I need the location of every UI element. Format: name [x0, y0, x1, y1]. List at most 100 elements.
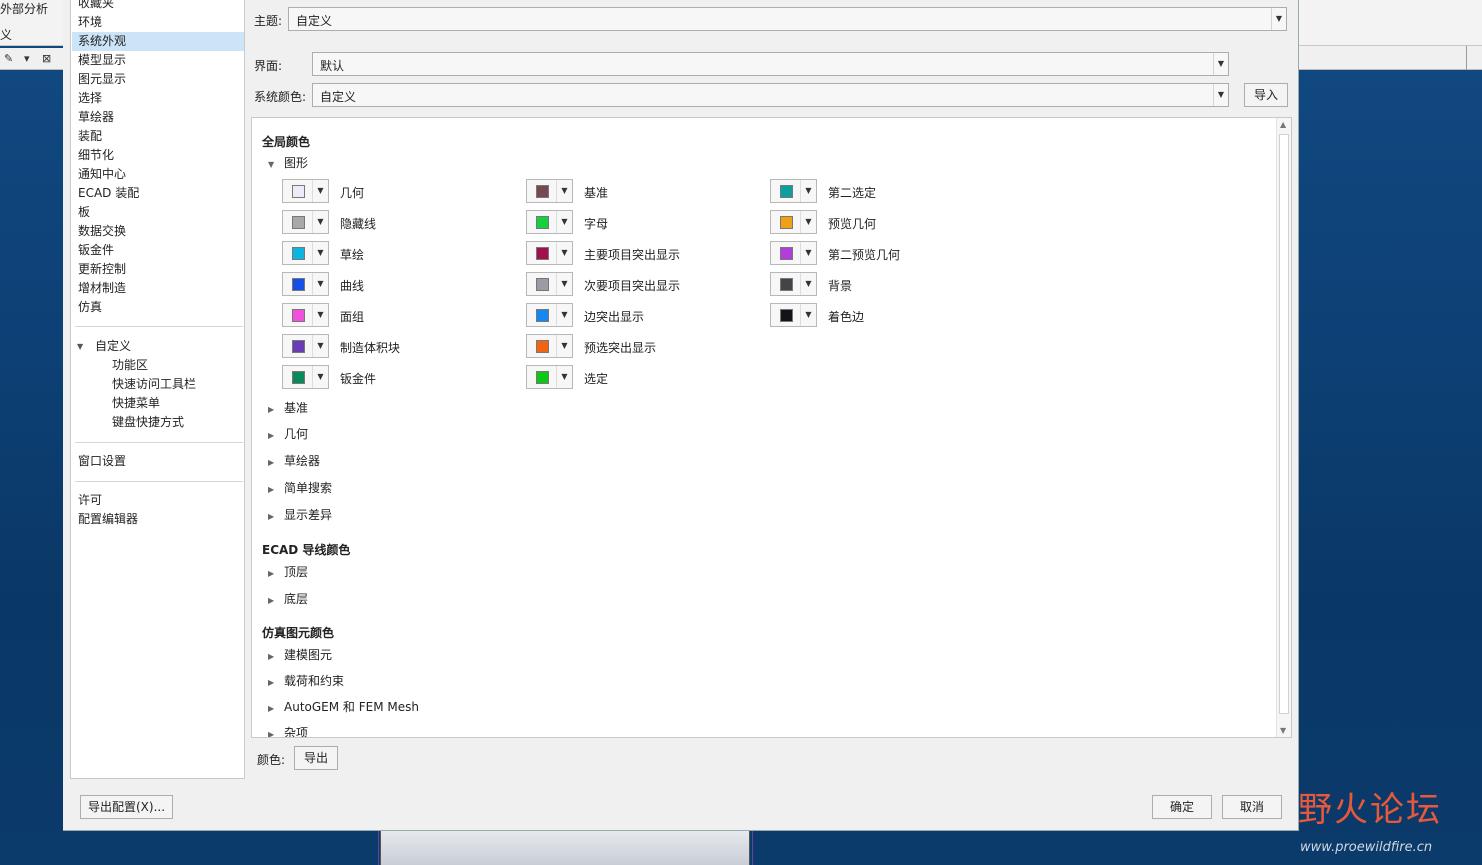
tree-node[interactable]: ▶ 基准 — [268, 399, 308, 416]
import-button[interactable]: 导入 — [1244, 83, 1288, 107]
chevron-down-icon[interactable]: ▼ — [556, 242, 572, 264]
collapsed-arrow-icon[interactable]: ▶ — [268, 405, 284, 414]
color-swatch-button[interactable]: ▼ — [526, 365, 573, 389]
nav-item[interactable]: 环境 — [72, 13, 244, 32]
nav-subitem[interactable]: 快捷菜单 — [72, 394, 244, 413]
chevron-down-icon[interactable]: ▼ — [312, 366, 328, 388]
tree-node[interactable]: ▶ 草绘器 — [268, 452, 320, 469]
nav-item[interactable]: 图元显示 — [72, 70, 244, 89]
collapsed-arrow-icon[interactable]: ▶ — [268, 678, 284, 687]
nav-item-license[interactable]: 许可 — [72, 491, 244, 510]
color-swatch-button[interactable]: ▼ — [770, 241, 817, 265]
chevron-down-icon[interactable]: ▼ — [800, 304, 816, 326]
nav-item[interactable]: 增材制造 — [72, 279, 244, 298]
color-swatch-button[interactable]: ▼ — [282, 303, 329, 327]
color-swatch-button[interactable]: ▼ — [770, 179, 817, 203]
export-button[interactable]: 导出 — [294, 746, 338, 770]
tree-node[interactable]: ▶ AutoGEM 和 FEM Mesh — [268, 698, 419, 715]
color-swatch-button[interactable]: ▼ — [526, 334, 573, 358]
color-swatch-button[interactable]: ▼ — [282, 334, 329, 358]
nav-item-config-editor[interactable]: 配置编辑器 — [72, 510, 244, 529]
chevron-down-icon[interactable]: ▼ — [1213, 53, 1228, 75]
scroll-down-icon[interactable]: ▼ — [1280, 726, 1286, 735]
expanded-arrow-icon[interactable]: ▼ — [268, 160, 284, 169]
nav-subitem[interactable]: 功能区 — [72, 356, 244, 375]
export-config-button[interactable]: 导出配置(X)... — [80, 795, 173, 819]
nav-subitem[interactable]: 键盘快捷方式 — [72, 413, 244, 432]
nav-item[interactable]: 数据交换 — [72, 222, 244, 241]
chevron-down-icon[interactable]: ▼ — [556, 304, 572, 326]
tree-node[interactable]: ▶ 杂项 — [268, 724, 308, 737]
pencil-icon[interactable]: ✎ — [4, 52, 13, 65]
tree-node[interactable]: ▶ 顶层 — [268, 563, 308, 580]
color-swatch-button[interactable]: ▼ — [526, 179, 573, 203]
ok-button[interactable]: 确定 — [1152, 795, 1212, 819]
tree-node[interactable]: ▶ 建模图元 — [268, 646, 332, 663]
chevron-down-icon[interactable]: ▼ — [312, 335, 328, 357]
system-color-select[interactable]: 自定义 ▼ — [312, 83, 1229, 107]
color-swatch-button[interactable]: ▼ — [526, 303, 573, 327]
chevron-down-icon[interactable]: ▾ — [24, 52, 30, 65]
chevron-down-icon[interactable]: ▼ — [556, 180, 572, 202]
external-analysis-label[interactable]: 外部分析 — [0, 0, 48, 17]
color-swatch-button[interactable]: ▼ — [770, 210, 817, 234]
tree-node-graphics[interactable]: ▼ 图形 — [268, 154, 308, 171]
chevron-down-icon[interactable]: ▼ — [312, 180, 328, 202]
ui-select[interactable]: 默认 ▼ — [312, 52, 1229, 76]
nav-item[interactable]: 钣金件 — [72, 241, 244, 260]
color-swatch-button[interactable]: ▼ — [770, 303, 817, 327]
nav-item[interactable]: 收藏夹 — [72, 0, 244, 13]
nav-item-customize[interactable]: 自定义 — [72, 337, 244, 356]
collapsed-arrow-icon[interactable]: ▶ — [268, 652, 284, 661]
nav-item[interactable]: 细节化 — [72, 146, 244, 165]
tree-node[interactable]: ▶ 几何 — [268, 425, 308, 442]
chevron-down-icon[interactable]: ▼ — [312, 242, 328, 264]
nav-item[interactable]: 仿真 — [72, 298, 244, 317]
nav-item[interactable]: 系统外观 — [72, 32, 244, 51]
nav-item[interactable]: 选择 — [72, 89, 244, 108]
panel-scrollbar[interactable]: ▲ ▼ — [1276, 118, 1291, 737]
collapsed-arrow-icon[interactable]: ▶ — [268, 730, 284, 737]
color-swatch-button[interactable]: ▼ — [282, 272, 329, 296]
close-window-icon[interactable]: ⊠ — [42, 52, 51, 65]
nav-item[interactable]: 板 — [72, 203, 244, 222]
chevron-down-icon[interactable]: ▼ — [800, 211, 816, 233]
color-swatch-button[interactable]: ▼ — [526, 210, 573, 234]
nav-item[interactable]: 装配 — [72, 127, 244, 146]
tree-node[interactable]: ▶ 载荷和约束 — [268, 672, 344, 689]
cancel-button[interactable]: 取消 — [1222, 795, 1282, 819]
nav-item[interactable]: 更新控制 — [72, 260, 244, 279]
nav-item[interactable]: 通知中心 — [72, 165, 244, 184]
collapsed-arrow-icon[interactable]: ▶ — [268, 458, 284, 467]
chevron-down-icon[interactable]: ▼ — [556, 335, 572, 357]
nav-item[interactable]: ECAD 装配 — [72, 184, 244, 203]
collapsed-arrow-icon[interactable]: ▶ — [268, 512, 284, 521]
chevron-down-icon[interactable]: ▼ — [800, 242, 816, 264]
color-swatch-button[interactable]: ▼ — [282, 241, 329, 265]
collapsed-arrow-icon[interactable]: ▶ — [268, 704, 284, 713]
tree-node[interactable]: ▶ 显示差异 — [268, 506, 332, 523]
chevron-down-icon[interactable]: ▼ — [556, 211, 572, 233]
color-swatch-button[interactable]: ▼ — [282, 210, 329, 234]
chevron-down-icon[interactable]: ▼ — [312, 304, 328, 326]
chevron-down-icon[interactable]: ▼ — [1213, 84, 1228, 106]
collapsed-arrow-icon[interactable]: ▶ — [268, 485, 284, 494]
color-swatch-button[interactable]: ▼ — [526, 272, 573, 296]
tree-node[interactable]: ▶ 底层 — [268, 590, 308, 607]
nav-item-window-settings[interactable]: 窗口设置 — [72, 452, 244, 471]
scrollbar-thumb[interactable] — [1279, 134, 1289, 714]
color-swatch-button[interactable]: ▼ — [770, 272, 817, 296]
chevron-down-icon[interactable]: ▼ — [312, 273, 328, 295]
theme-select[interactable]: 自定义 ▼ — [288, 7, 1287, 31]
chevron-down-icon[interactable]: ▼ — [800, 273, 816, 295]
chevron-down-icon[interactable]: ▼ — [556, 273, 572, 295]
chevron-down-icon[interactable]: ▼ — [800, 180, 816, 202]
color-swatch-button[interactable]: ▼ — [282, 179, 329, 203]
color-swatch-button[interactable]: ▼ — [526, 241, 573, 265]
nav-item[interactable]: 模型显示 — [72, 51, 244, 70]
chevron-down-icon[interactable]: ▼ — [312, 211, 328, 233]
scroll-up-icon[interactable]: ▲ — [1280, 120, 1286, 129]
collapsed-arrow-icon[interactable]: ▶ — [268, 569, 284, 578]
nav-subitem[interactable]: 快速访问工具栏 — [72, 375, 244, 394]
collapsed-arrow-icon[interactable]: ▶ — [268, 596, 284, 605]
